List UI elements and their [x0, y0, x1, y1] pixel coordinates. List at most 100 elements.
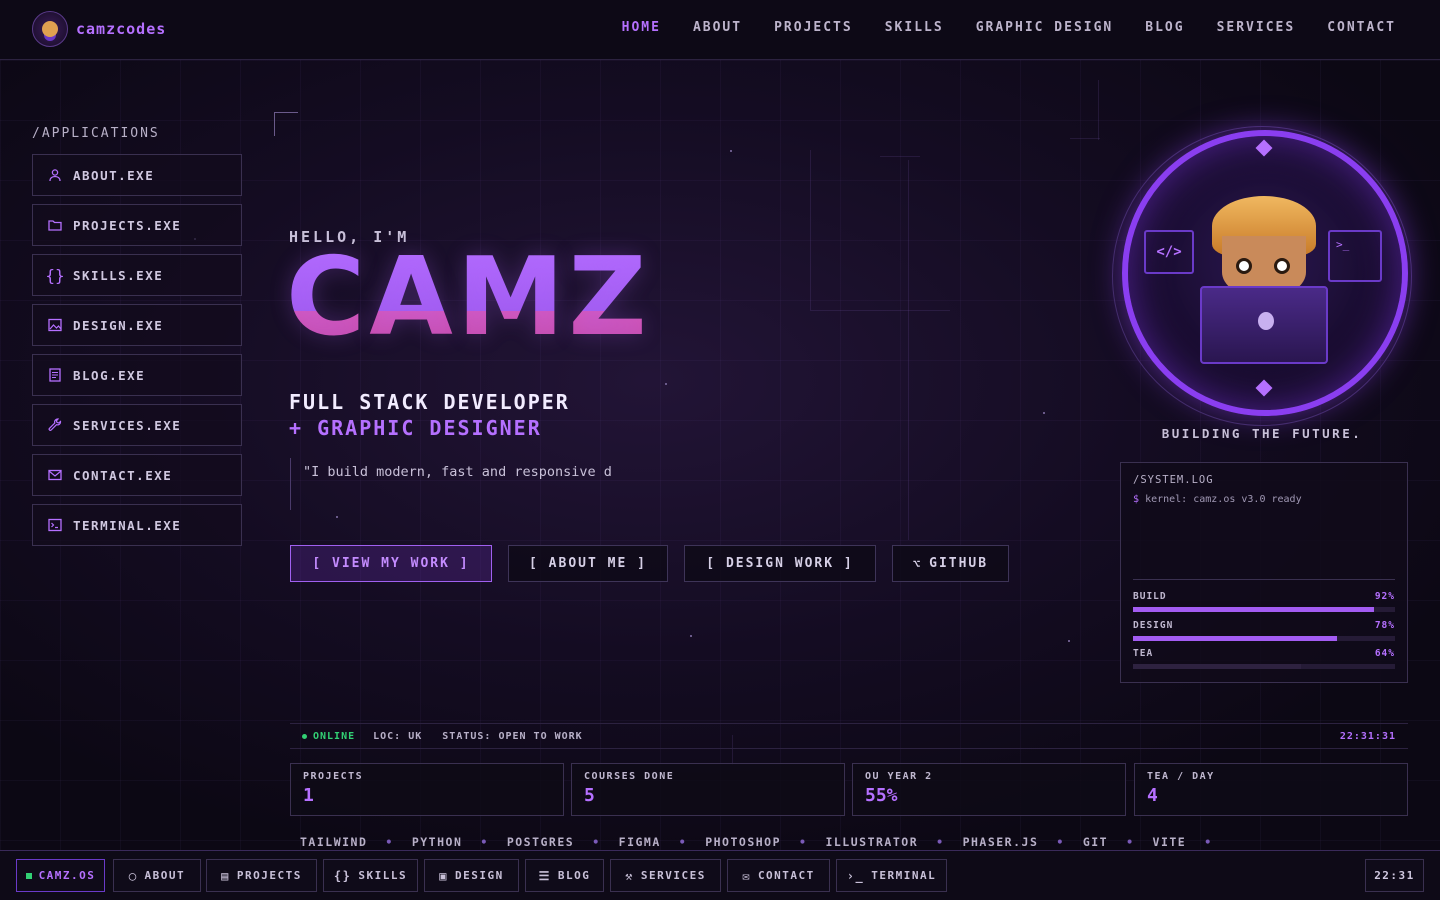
top-navigation: camzcodes HOME ABOUT PROJECTS SKILLS GRA…	[0, 0, 1440, 60]
ticker-item: TAILWIND	[300, 835, 368, 849]
wrench-icon	[47, 417, 63, 433]
stat-label: COURSES DONE	[584, 771, 675, 782]
terminal-icon	[47, 517, 63, 533]
nav-about[interactable]: ABOUT	[693, 20, 742, 35]
apple-logo-icon	[1258, 312, 1274, 330]
taskbar-blog[interactable]: ☰ BLOG	[525, 859, 604, 892]
github-icon: ⌥	[912, 556, 923, 571]
circuit-line	[1098, 80, 1099, 140]
sidebar-item-label: CONTACT.EXE	[73, 467, 173, 483]
code-window-icon: </>	[1144, 230, 1194, 274]
taskbar-skills[interactable]: {} SKILLS	[323, 859, 418, 892]
taskbar-label: TERMINAL	[871, 869, 937, 882]
ticker-separator: •	[936, 835, 945, 849]
meter-fill	[1133, 664, 1301, 669]
ticker-separator: •	[1056, 835, 1065, 849]
design-work-button[interactable]: [ DESIGN WORK ]	[684, 545, 876, 582]
stat-value: 4	[1147, 785, 1158, 806]
stat-ou-year: OU YEAR 2 55%	[852, 763, 1126, 816]
taskbar-projects[interactable]: ▤ PROJECTS	[206, 859, 317, 892]
nav-links: HOME ABOUT PROJECTS SKILLS GRAPHIC DESIG…	[622, 20, 1396, 35]
ticker-item: PHASER.JS	[962, 835, 1039, 849]
github-button[interactable]: ⌥ GITHUB	[892, 545, 1009, 582]
taskbar-services[interactable]: ⚒ SERVICES	[610, 859, 721, 892]
logo-icon[interactable]	[32, 11, 68, 47]
ticker-separator: •	[592, 835, 601, 849]
image-icon: ▣	[439, 868, 448, 883]
meter-tea: TEA 64%	[1133, 648, 1395, 669]
os-label: CAMZ.OS	[38, 869, 96, 882]
location-text: LOC: UK	[373, 730, 423, 742]
avatar-eye	[1236, 258, 1252, 274]
taskbar-label: CONTACT	[757, 869, 815, 882]
tech-ticker: TAILWIND • PYTHON • POSTGRES • FIGMA • PHOTO…	[300, 834, 1408, 850]
nav-blog[interactable]: BLOG	[1145, 20, 1184, 35]
ticker-separator: •	[799, 835, 808, 849]
sidebar-item-contact[interactable]: CONTACT.EXE	[32, 454, 242, 496]
meter-label: DESIGN	[1133, 620, 1174, 631]
sidebar-item-label: BLOG.EXE	[73, 367, 146, 383]
taskbar-label: PROJECTS	[236, 869, 302, 882]
meter-label: BUILD	[1133, 591, 1167, 602]
terminal-icon: ›_	[846, 868, 865, 883]
sidebar-item-label: DESIGN.EXE	[73, 317, 164, 333]
sidebar-item-about[interactable]: ABOUT.EXE	[32, 154, 242, 196]
applications-title: /APPLICATIONS	[32, 126, 160, 141]
ticker-item: PHOTOSHOP	[705, 835, 782, 849]
taskbar-label: SKILLS	[358, 869, 408, 882]
nav-projects[interactable]: PROJECTS	[774, 20, 853, 35]
circuit-line	[1070, 138, 1100, 139]
taskbar-label: DESIGN	[454, 869, 504, 882]
os-start-button[interactable]: CAMZ.OS	[16, 859, 105, 892]
sidebar-item-label: ABOUT.EXE	[73, 167, 155, 183]
system-log-panel: /SYSTEM.LOG $ kernel: camz.os v3.0 ready…	[1120, 462, 1408, 683]
prompt-symbol: $	[1133, 494, 1140, 505]
ticker-separator: •	[1204, 835, 1213, 849]
system-log-line: $ kernel: camz.os v3.0 ready	[1133, 494, 1302, 505]
sidebar-item-design[interactable]: DESIGN.EXE	[32, 304, 242, 346]
sidebar-item-skills[interactable]: {} SKILLS.EXE	[32, 254, 242, 296]
about-me-button[interactable]: [ ABOUT ME ]	[508, 545, 668, 582]
stat-label: TEA / DAY	[1147, 771, 1215, 782]
meter-build: BUILD 92%	[1133, 591, 1395, 612]
avatar-caption: BUILDING THE FUTURE.	[1161, 426, 1363, 441]
hero-quote: "I build modern, fast and responsive d	[290, 458, 612, 510]
stat-value: 5	[584, 785, 595, 806]
status-clock: 22:31:31	[1339, 730, 1396, 742]
nav-skills[interactable]: SKILLS	[885, 20, 944, 35]
github-label: GITHUB	[929, 556, 989, 571]
circuit-line	[880, 156, 920, 157]
view-work-button[interactable]: [ VIEW MY WORK ]	[290, 545, 492, 582]
taskbar-label: SERVICES	[640, 869, 706, 882]
meter-value: 78%	[1374, 620, 1395, 631]
sidebar-item-projects[interactable]: PROJECTS.EXE	[32, 204, 242, 246]
sidebar-item-services[interactable]: SERVICES.EXE	[32, 404, 242, 446]
nav-contact[interactable]: CONTACT	[1327, 20, 1396, 35]
taskbar-terminal[interactable]: ›_ TERMINAL	[836, 859, 947, 892]
nav-services[interactable]: SERVICES	[1217, 20, 1296, 35]
nav-home[interactable]: HOME	[622, 20, 661, 35]
sidebar-item-label: SERVICES.EXE	[73, 417, 182, 433]
meter-value: 64%	[1374, 648, 1395, 659]
star-dot	[1068, 640, 1070, 642]
sidebar-item-label: SKILLS.EXE	[73, 267, 164, 283]
circuit-line	[810, 310, 950, 311]
taskbar-clock: 22:31	[1365, 859, 1424, 892]
sidebar-item-blog[interactable]: BLOG.EXE	[32, 354, 242, 396]
taskbar-design[interactable]: ▣ DESIGN	[424, 859, 519, 892]
document-icon: ☰	[538, 868, 551, 883]
taskbar-about[interactable]: ◯ ABOUT	[113, 859, 201, 892]
stat-label: OU YEAR 2	[865, 771, 933, 782]
os-indicator-icon	[25, 872, 32, 879]
taskbar-contact[interactable]: ✉ CONTACT	[727, 859, 830, 892]
taskbar-label: ABOUT	[144, 869, 186, 882]
stat-projects: PROJECTS 1	[290, 763, 564, 816]
document-icon	[47, 367, 63, 383]
online-status: ONLINE	[313, 730, 356, 742]
wrench-icon: ⚒	[625, 868, 634, 883]
ticker-item: GIT	[1082, 835, 1109, 849]
system-log-title: /SYSTEM.LOG	[1133, 474, 1214, 486]
brand-name[interactable]: camzcodes	[76, 20, 166, 38]
nav-graphic-design[interactable]: GRAPHIC DESIGN	[976, 20, 1114, 35]
sidebar-item-terminal[interactable]: TERMINAL.EXE	[32, 504, 242, 546]
